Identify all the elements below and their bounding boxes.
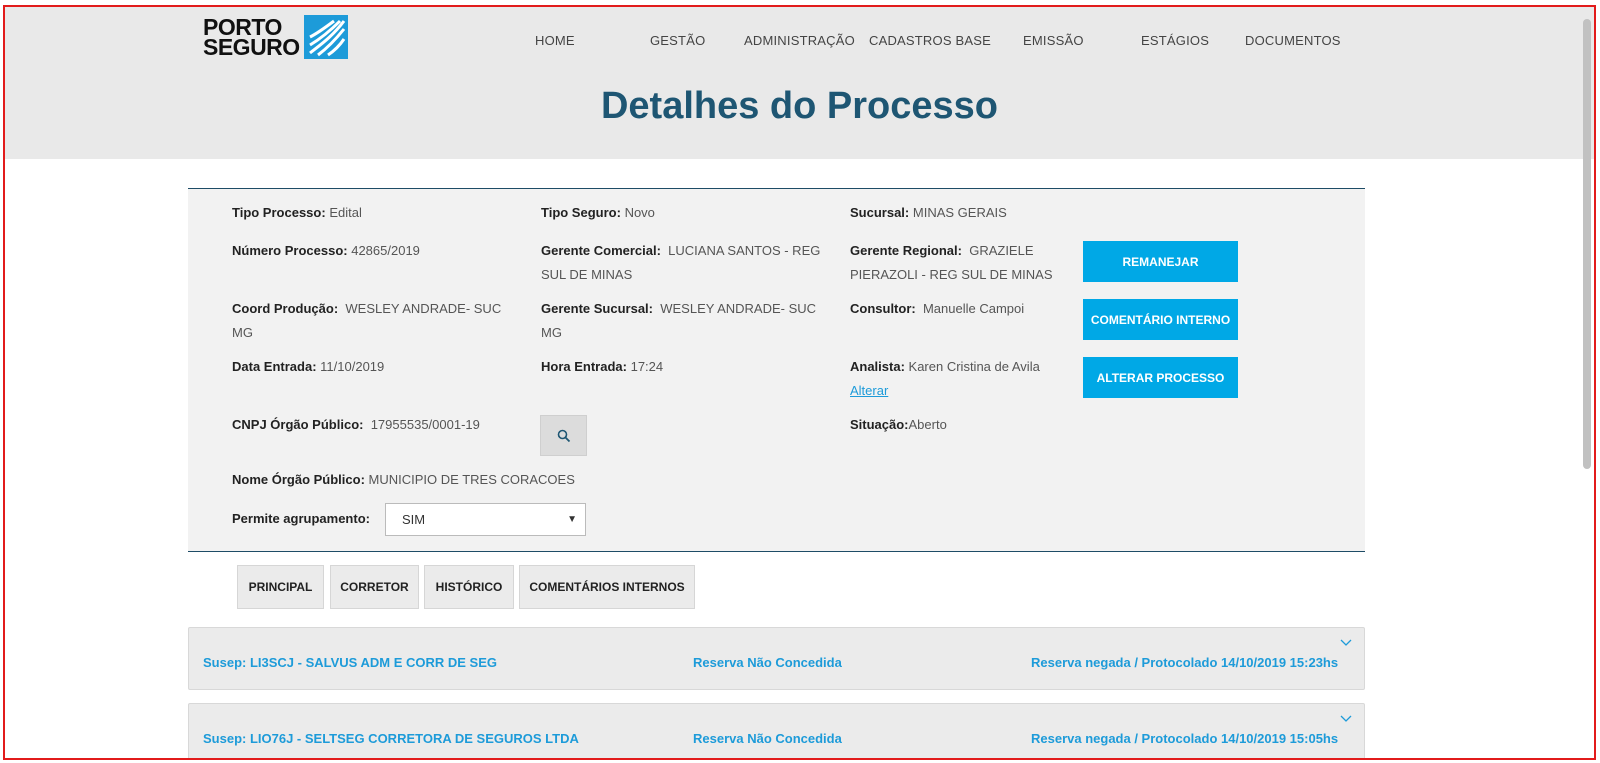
alterar-processo-button[interactable]: ALTERAR PROCESSO (1083, 357, 1238, 398)
search-icon (557, 429, 570, 442)
row-susep: Susep: LI3SCJ - SALVUS ADM E CORR DE SEG (203, 655, 497, 670)
row-status: Reserva Não Concedida (693, 655, 842, 670)
field-nome-orgao: Nome Órgão Público: MUNICIPIO DE TRES CO… (232, 468, 632, 492)
nav-cadastros-base[interactable]: CADASTROS BASE (869, 33, 991, 48)
search-cnpj-button[interactable] (540, 415, 587, 456)
corretor-row[interactable]: Susep: LI3SCJ - SALVUS ADM E CORR DE SEG… (188, 627, 1365, 690)
row-result: Reserva negada / Protocolado 14/10/2019 … (1031, 655, 1339, 670)
value: Aberto (908, 417, 947, 432)
alterar-analista-link[interactable]: Alterar (850, 383, 888, 398)
vertical-scrollbar[interactable] (1583, 19, 1591, 469)
row-result: Reserva negada / Protocolado 14/10/2019 … (1031, 731, 1339, 746)
agrupamento-select[interactable]: SIM ▼ (385, 503, 586, 536)
value: MINAS GERAIS (912, 205, 1007, 220)
label: Sucursal: (850, 205, 910, 220)
label: Gerente Regional: (850, 243, 962, 258)
row-susep: Susep: LIO76J - SELTSEG CORRETORA DE SEG… (203, 731, 579, 746)
field-tipo-seguro: Tipo Seguro: Novo (541, 201, 831, 225)
label: Número Processo: (232, 243, 348, 258)
label: Permite agrupamento: (232, 511, 370, 526)
label: Gerente Comercial: (541, 243, 661, 258)
caret-down-icon: ▼ (567, 514, 577, 525)
tab-historico[interactable]: HISTÓRICO (424, 565, 514, 609)
value: Manuelle Campoi (922, 301, 1025, 316)
label: Situação: (850, 417, 909, 432)
value: MUNICIPIO DE TRES CORACOES (368, 472, 575, 487)
label: Coord Produção: (232, 301, 339, 316)
nav-administracao[interactable]: ADMINISTRAÇÃO (744, 33, 855, 48)
field-situacao: Situação:Aberto (850, 413, 1070, 437)
value: 17955535/0001-19 (370, 417, 480, 432)
field-numero-processo: Número Processo: 42865/2019 (232, 239, 522, 263)
page-title: Detalhes do Processo (600, 85, 999, 127)
label: Analista: (850, 359, 905, 374)
value: Karen Cristina de Avila (908, 359, 1040, 374)
value: Novo (624, 205, 655, 220)
field-gerente-comercial: Gerente Comercial: LUCIANA SANTOS - REG … (541, 239, 826, 287)
value: 11/10/2019 (320, 359, 385, 374)
label: Tipo Seguro: (541, 205, 621, 220)
select-value: SIM (402, 512, 426, 527)
field-hora-entrada: Hora Entrada: 17:24 (541, 355, 831, 379)
process-details-panel: Tipo Processo: Edital Número Processo: 4… (188, 188, 1365, 552)
value: 17:24 (630, 359, 664, 374)
nav-home[interactable]: HOME (535, 33, 575, 48)
field-tipo-processo: Tipo Processo: Edital (232, 201, 522, 225)
field-coord-producao: Coord Produção: WESLEY ANDRADE- SUC MG (232, 297, 502, 345)
comentario-interno-button[interactable]: COMENTÁRIO INTERNO (1083, 299, 1238, 340)
field-gerente-regional: Gerente Regional: GRAZIELE PIERAZOLI - R… (850, 239, 1060, 287)
label: Data Entrada: (232, 359, 317, 374)
chevron-down-icon[interactable] (1340, 712, 1352, 726)
field-consultor: Consultor: Manuelle Campoi (850, 297, 1070, 321)
chevron-down-icon[interactable] (1340, 636, 1352, 650)
nav-emissao[interactable]: EMISSÃO (1023, 33, 1084, 48)
value: Edital (329, 205, 362, 220)
tab-comentarios-internos[interactable]: COMENTÁRIOS INTERNOS (519, 565, 695, 609)
tab-principal[interactable]: PRINCIPAL (237, 565, 324, 609)
row-status: Reserva Não Concedida (693, 731, 842, 746)
page-header: PORTO SEGURO HOME GESTÃO ADMINISTRAÇÃO C… (5, 7, 1594, 159)
field-gerente-sucursal: Gerente Sucursal: WESLEY ANDRADE- SUC MG (541, 297, 821, 345)
field-data-entrada: Data Entrada: 11/10/2019 (232, 355, 522, 379)
field-sucursal: Sucursal: MINAS GERAIS (850, 201, 1140, 225)
label: Hora Entrada: (541, 359, 627, 374)
value: 42865/2019 (351, 243, 420, 258)
label: Nome Órgão Público: (232, 472, 365, 487)
browser-frame: PORTO SEGURO HOME GESTÃO ADMINISTRAÇÃO C… (3, 5, 1596, 760)
field-agrupamento-label: Permite agrupamento: (232, 507, 392, 531)
label: Tipo Processo: (232, 205, 326, 220)
corretor-row[interactable]: Susep: LIO76J - SELTSEG CORRETORA DE SEG… (188, 703, 1365, 758)
tab-corretor[interactable]: CORRETOR (330, 565, 419, 609)
remanejar-button[interactable]: REMANEJAR (1083, 241, 1238, 282)
label: Gerente Sucursal: (541, 301, 653, 316)
field-cnpj: CNPJ Órgão Público: 17955535/0001-19 (232, 413, 532, 437)
label: CNPJ Órgão Público: (232, 417, 364, 432)
nav-documentos[interactable]: DOCUMENTOS (1245, 33, 1341, 48)
main-nav: HOME GESTÃO ADMINISTRAÇÃO CADASTROS BASE… (5, 33, 1594, 53)
nav-gestao[interactable]: GESTÃO (650, 33, 705, 48)
label: Consultor: (850, 301, 916, 316)
field-analista: Analista: Karen Cristina de Avila Altera… (850, 355, 1065, 403)
nav-estagios[interactable]: ESTÁGIOS (1141, 33, 1209, 48)
